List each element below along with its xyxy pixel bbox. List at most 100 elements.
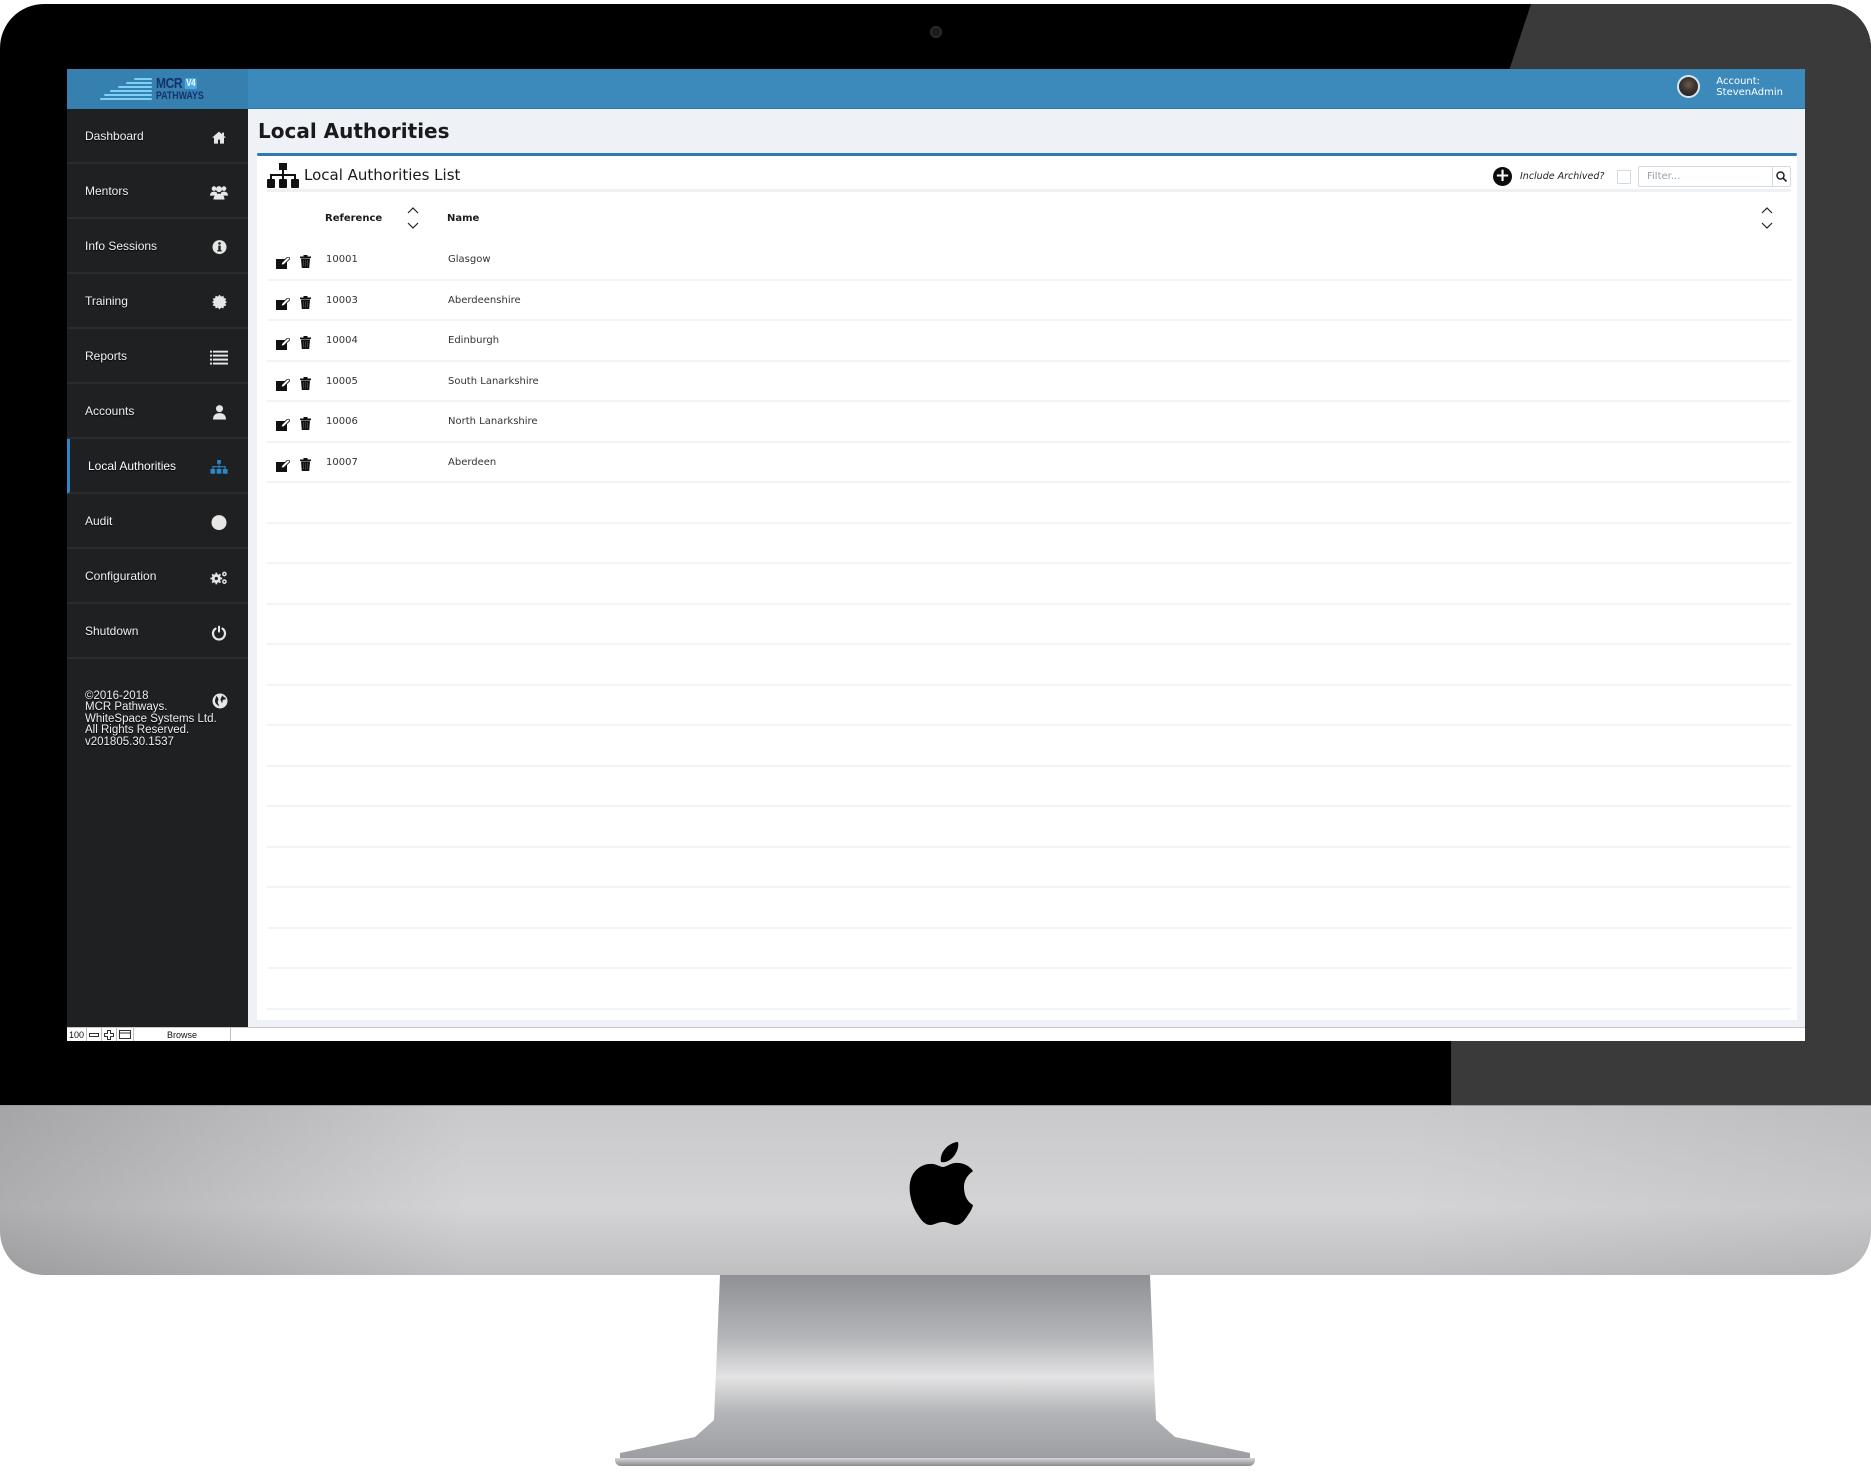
empty-table-row <box>267 807 1791 848</box>
edit-icon[interactable] <box>276 376 291 391</box>
name-cell: Edinburgh <box>448 335 500 346</box>
gears-icon <box>210 569 228 585</box>
circle-icon <box>210 514 228 530</box>
name-cell: North Lanarkshire <box>448 416 538 427</box>
sidebar-item-label: Training <box>85 293 128 308</box>
include-archived-checkbox[interactable] <box>1617 170 1631 184</box>
sidebar-item-dashboard[interactable]: Dashboard <box>67 109 248 164</box>
sidebar-item-reports[interactable]: Reports <box>67 329 248 384</box>
mode-indicator: Browse <box>134 1028 232 1041</box>
add-local-authority-button[interactable]: + <box>1493 167 1512 186</box>
search-button[interactable] <box>1772 167 1790 186</box>
reference-cell: 10006 <box>326 416 358 427</box>
delete-icon[interactable] <box>300 375 311 390</box>
sidebar-item-label: Local Authorities <box>88 458 177 473</box>
sitemap-icon <box>267 163 299 188</box>
minus-icon <box>89 1032 100 1037</box>
sidebar-item-training[interactable]: Training <box>67 274 248 329</box>
zoom-level[interactable]: 100 <box>67 1028 88 1041</box>
empty-table-row <box>267 605 1791 645</box>
page-title: Local Authorities <box>258 119 450 143</box>
delete-icon[interactable] <box>300 294 311 309</box>
sidebar-item-local-authorities[interactable]: Local Authorities <box>67 439 248 494</box>
sidebar-item-shutdown[interactable]: Shutdown <box>67 604 248 659</box>
table-row[interactable]: 10005 South Lanarkshire <box>267 362 1791 402</box>
search-icon <box>1776 171 1787 182</box>
empty-table-row <box>267 524 1791 564</box>
name-cell: Glasgow <box>448 254 491 265</box>
column-header-reference[interactable]: Reference <box>325 213 382 243</box>
filter-box <box>1638 166 1791 187</box>
toggle-toolbar-button[interactable] <box>117 1028 135 1041</box>
empty-table-row <box>267 969 1791 1010</box>
status-bar: 100 Browse <box>67 1027 1805 1041</box>
delete-icon[interactable] <box>300 415 311 430</box>
copyright-text: ©2016-2018 MCR Pathways. WhiteSpace Syst… <box>67 659 248 760</box>
monitor-stand-base <box>615 1458 1255 1466</box>
window-icon <box>119 1030 132 1039</box>
edit-icon[interactable] <box>276 416 291 431</box>
delete-icon[interactable] <box>300 334 311 349</box>
delete-icon[interactable] <box>300 253 311 268</box>
reference-cell: 10004 <box>326 335 358 346</box>
edit-icon[interactable] <box>276 295 291 310</box>
sidebar-item-label: Mentors <box>85 183 129 198</box>
edit-icon[interactable] <box>276 254 291 269</box>
empty-table-row <box>267 929 1791 969</box>
sidebar-item-label: Shutdown <box>85 623 139 638</box>
sidebar-item-mentors[interactable]: Mentors <box>67 164 248 219</box>
table-row[interactable]: 10003 Aberdeenshire <box>267 281 1791 321</box>
name-cell: South Lanarkshire <box>448 375 539 387</box>
account-label: Account: <box>1716 75 1761 87</box>
logo[interactable]: MCR V4 PATHWAYS <box>67 69 248 109</box>
reference-cell: 10003 <box>326 294 358 306</box>
sidebar-item-audit[interactable]: Audit <box>67 494 248 549</box>
plus-icon <box>104 1029 115 1040</box>
edit-icon[interactable] <box>276 457 291 472</box>
panel-header: Local Authorities List + Include Archive… <box>267 156 1791 192</box>
zoom-out-button[interactable] <box>87 1028 103 1041</box>
empty-table-row <box>267 888 1791 929</box>
table-row[interactable]: 10007 Aberdeen <box>267 443 1791 483</box>
sort-reference-icon[interactable] <box>406 204 420 232</box>
account-menu[interactable]: Account: StevenAdmin <box>1677 75 1783 98</box>
edit-icon[interactable] <box>276 335 291 350</box>
list-icon <box>210 349 228 365</box>
empty-table-row <box>267 686 1791 726</box>
users-icon <box>210 184 228 200</box>
filter-input[interactable] <box>1639 167 1772 186</box>
avatar[interactable] <box>1677 75 1701 98</box>
delete-icon[interactable] <box>300 456 311 471</box>
name-cell: Aberdeenshire <box>448 294 521 306</box>
reference-cell: 10007 <box>326 456 358 468</box>
logo-mcr: MCR <box>155 75 183 92</box>
sidebar-item-label: Dashboard <box>85 128 144 143</box>
reference-cell: 10001 <box>326 254 358 265</box>
copyright-lines: ©2016-2018 MCR Pathways. WhiteSpace Syst… <box>85 689 217 748</box>
main-content: Local Authorities Local Authorities List… <box>248 109 1805 1027</box>
empty-table-row <box>267 564 1791 605</box>
zoom-in-button[interactable] <box>102 1028 118 1041</box>
sidebar-item-configuration[interactable]: Configuration <box>67 549 248 604</box>
table-row[interactable]: 10004 Edinburgh <box>267 321 1791 362</box>
column-header-name[interactable]: Name <box>447 213 479 243</box>
empty-table-row <box>267 767 1791 807</box>
empty-table-row <box>267 726 1791 767</box>
logo-pathways: PATHWAYS <box>155 90 204 102</box>
panel-title: Local Authorities List <box>304 166 461 184</box>
sidebar-item-label: Configuration <box>85 568 157 583</box>
sidebar: Dashboard Mentors Info Sessions Training… <box>67 109 248 1027</box>
top-bar: MCR V4 PATHWAYS Account: StevenAdmin <box>67 69 1805 109</box>
sidebar-item-info-sessions[interactable]: Info Sessions <box>67 219 248 274</box>
table-row[interactable]: 10006 North Lanarkshire <box>267 402 1791 443</box>
reference-cell: 10005 <box>326 375 358 387</box>
empty-table-row <box>267 848 1791 888</box>
monitor-stand <box>620 1275 1250 1460</box>
table-row[interactable]: 10001 Glasgow <box>267 240 1791 281</box>
sort-name-icon[interactable] <box>1760 204 1774 232</box>
sidebar-item-label: Info Sessions <box>85 238 158 253</box>
logo-version-badge: V4 <box>184 78 197 89</box>
empty-table-row <box>267 483 1791 524</box>
sidebar-item-accounts[interactable]: Accounts <box>67 384 248 439</box>
authorities-table: 10001 Glasgow 10003 Aberdeenshire 10004 Edinb… <box>267 240 1791 1041</box>
